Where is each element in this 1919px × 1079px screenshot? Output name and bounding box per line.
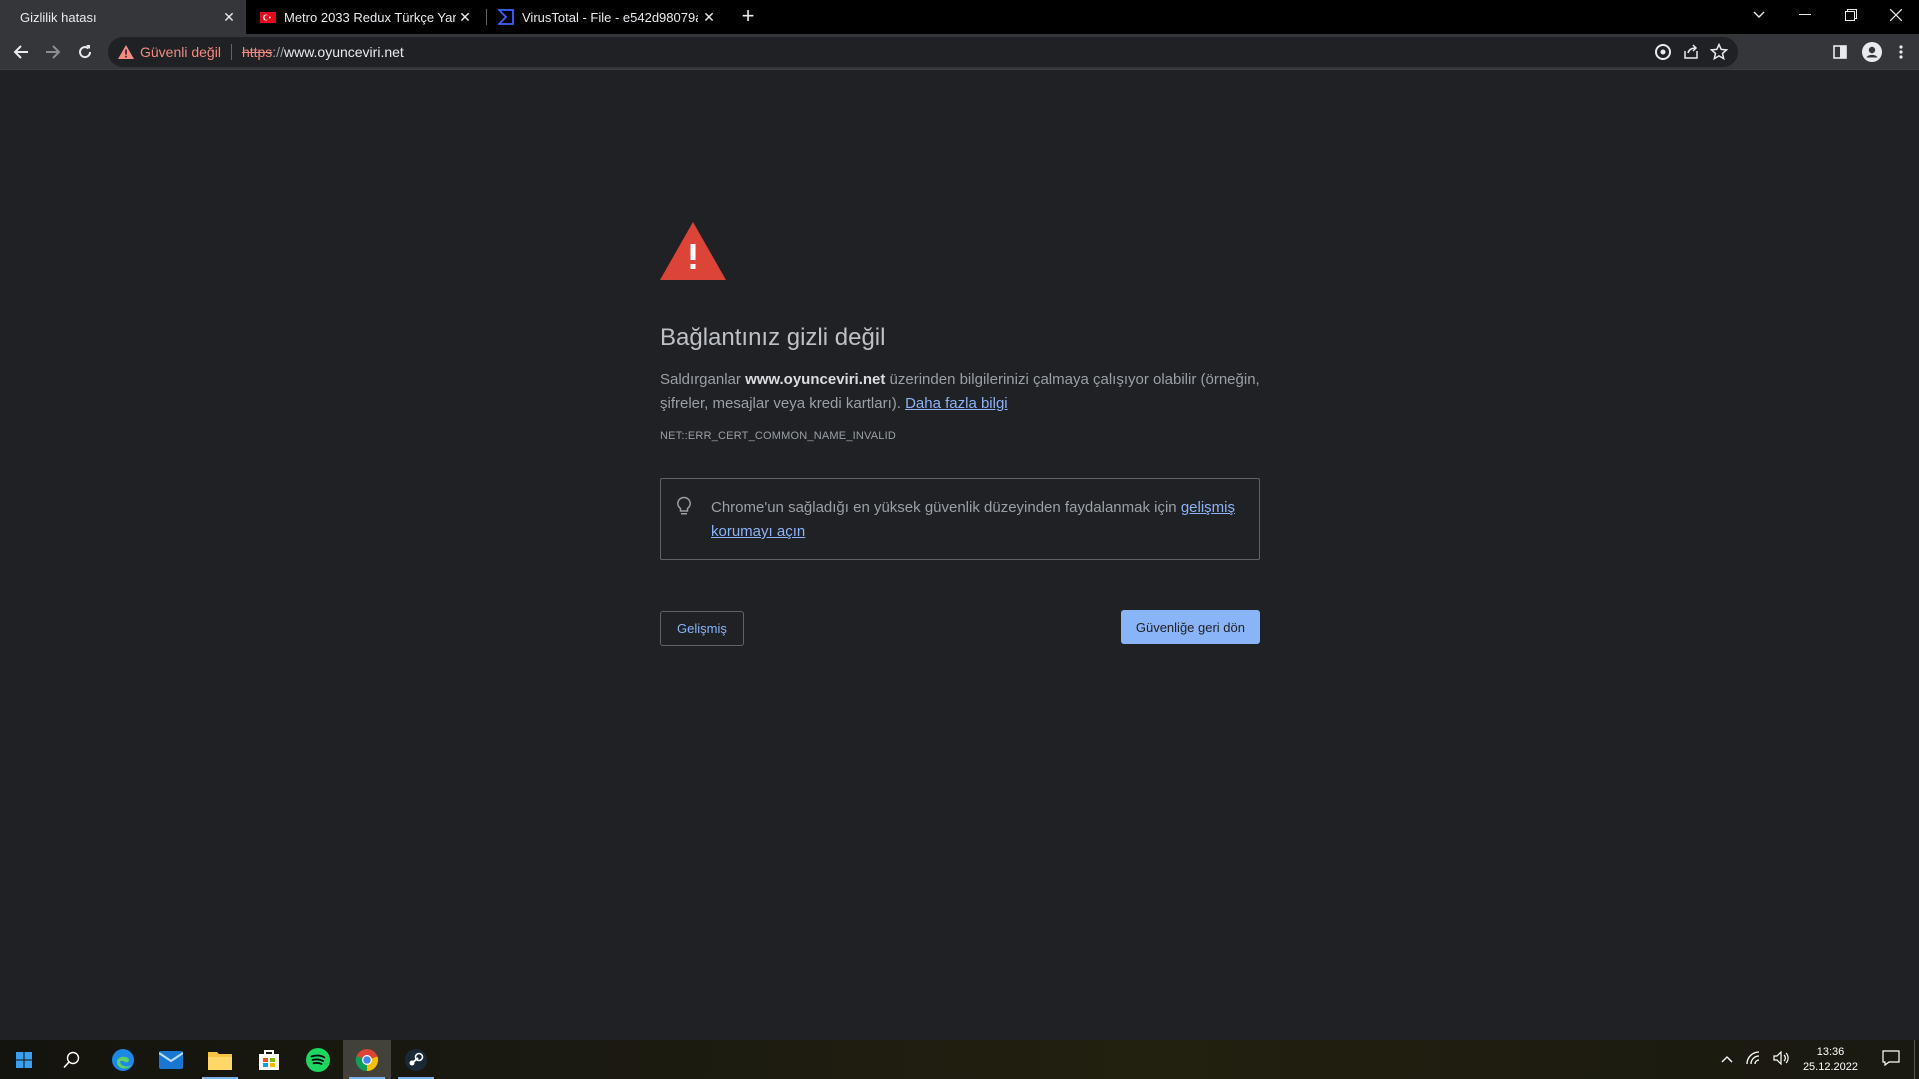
clock-date: 25.12.2022 — [1802, 1060, 1858, 1073]
restore-icon — [1845, 9, 1857, 21]
warning-icon — [660, 222, 726, 280]
toolbar-right — [1827, 39, 1911, 65]
clock[interactable]: 13:36 25.12.2022 — [1803, 1045, 1858, 1075]
close-window-button[interactable] — [1873, 0, 1919, 30]
taskbar-file-explorer[interactable] — [196, 1040, 244, 1079]
page-content: Bağlantınız gizli değil Saldırganlar www… — [0, 71, 1919, 1040]
minimize-button[interactable] — [1782, 0, 1828, 30]
tab-metro-2033[interactable]: Metro 2033 Redux Türkçe Yama | ✕ — [252, 0, 482, 34]
enhanced-protection-box: Chrome'un sağladığı en yüksek güvenlik d… — [660, 478, 1260, 560]
edge-icon — [112, 1048, 134, 1071]
tab-title: VirusTotal - File - e542d98079a8 — [522, 9, 698, 25]
show-hidden-icons-button[interactable] — [1715, 1054, 1739, 1066]
url-scheme-suffix: :// — [272, 44, 284, 60]
network-button[interactable] — [1739, 1051, 1767, 1068]
close-icon[interactable]: ✕ — [220, 8, 238, 26]
tab-title: Gizlilik hatası — [20, 9, 97, 25]
bookmark-star-icon[interactable] — [1710, 43, 1728, 61]
restore-button[interactable] — [1828, 0, 1874, 30]
error-code: NET::ERR_CERT_COMMON_NAME_INVALID — [660, 430, 897, 442]
omnibox-actions — [1654, 37, 1738, 67]
message-prefix: Saldırganlar — [660, 371, 746, 388]
taskbar-search-button[interactable] — [48, 1040, 96, 1079]
google-lens-icon[interactable] — [1654, 43, 1672, 61]
close-icon[interactable]: ✕ — [700, 8, 718, 26]
close-icon[interactable]: ✕ — [456, 8, 474, 26]
chrome-icon — [355, 1048, 379, 1071]
tab-virustotal[interactable]: VirusTotal - File - e542d98079a8 ✕ — [490, 0, 726, 34]
menu-button[interactable] — [1891, 39, 1911, 65]
mail-icon — [159, 1050, 183, 1069]
close-icon — [1890, 9, 1902, 21]
system-tray: 13:36 25.12.2022 — [1715, 1040, 1919, 1079]
side-panel-icon — [1833, 45, 1847, 59]
spotify-icon — [306, 1047, 330, 1072]
taskbar-store[interactable] — [245, 1040, 293, 1079]
forward-button[interactable] — [40, 39, 66, 65]
wifi-icon — [1746, 1051, 1760, 1065]
minimize-icon — [1799, 14, 1811, 15]
new-tab-button[interactable]: + — [737, 5, 759, 28]
arrow-right-icon — [46, 45, 61, 59]
tab-strip: Gizlilik hatası ✕ Metro 2033 Redux Türkç… — [0, 0, 1919, 34]
url-scheme: https — [241, 44, 273, 60]
profile-button[interactable] — [1859, 39, 1885, 65]
omnibox-separator — [230, 44, 232, 60]
steam-icon — [405, 1048, 427, 1071]
main-message: Saldırganlar www.oyunceviri.net üzerinde… — [660, 368, 1260, 416]
taskbar-spotify[interactable] — [294, 1040, 342, 1079]
more-vert-icon — [1899, 45, 1903, 59]
tip-text: Chrome'un sağladığı en yüksek güvenlik d… — [711, 499, 1181, 516]
chevron-up-icon — [1721, 1055, 1733, 1062]
virustotal-icon — [498, 9, 514, 25]
tab-separator — [486, 9, 487, 25]
volume-button[interactable] — [1767, 1050, 1797, 1068]
chevron-down-icon — [1753, 11, 1765, 18]
taskbar-mail[interactable] — [147, 1040, 195, 1079]
action-center-button[interactable] — [1868, 1050, 1914, 1069]
reload-button[interactable] — [72, 39, 98, 65]
avatar-icon — [1862, 42, 1882, 62]
windows-taskbar: 13:36 25.12.2022 — [0, 1040, 1919, 1079]
lightbulb-icon — [677, 496, 691, 515]
security-chip[interactable]: Güvenli değil — [118, 44, 221, 60]
warning-icon — [118, 45, 134, 59]
back-to-safety-button[interactable]: Güvenliğe geri dön — [1120, 610, 1260, 644]
button-row: Gelişmiş Güvenliğe geri dön — [660, 610, 1260, 646]
url-host: www.oyunceviri.net — [283, 44, 404, 60]
search-icon — [63, 1051, 80, 1068]
taskbar-chrome[interactable] — [343, 1040, 391, 1079]
browser-toolbar: Güvenli değil https://www.oyunceviri.net — [0, 34, 1919, 70]
arrow-left-icon — [13, 45, 28, 59]
message-domain: www.oyunceviri.net — [745, 371, 886, 388]
start-button[interactable] — [0, 1040, 48, 1079]
taskbar-edge[interactable] — [99, 1040, 147, 1079]
speaker-icon — [1773, 1050, 1789, 1066]
start-icon — [16, 1051, 32, 1068]
store-icon — [259, 1049, 279, 1070]
interstitial: Bağlantınız gizli değil Saldırganlar www… — [660, 221, 1260, 646]
turkey-flag-icon — [260, 11, 276, 23]
tab-title: Metro 2033 Redux Türkçe Yama | — [284, 9, 456, 25]
address-bar[interactable]: Güvenli değil https://www.oyunceviri.net — [108, 37, 1738, 67]
taskbar-steam[interactable] — [392, 1040, 440, 1079]
share-icon[interactable] — [1682, 43, 1700, 61]
back-button[interactable] — [8, 39, 34, 65]
file-explorer-icon — [208, 1051, 232, 1070]
reload-icon — [79, 45, 92, 59]
notification-icon — [1882, 1050, 1900, 1067]
tab-privacy-error[interactable]: Gizlilik hatası ✕ — [0, 0, 246, 34]
learn-more-link[interactable]: Daha fazla bilgi — [905, 395, 1008, 412]
page-title: Bağlantınız gizli değil — [660, 324, 886, 351]
security-label: Güvenli değil — [140, 44, 221, 60]
advanced-button[interactable]: Gelişmiş — [660, 611, 744, 646]
clock-time: 13:36 — [1816, 1045, 1845, 1058]
tab-search-button[interactable] — [1736, 0, 1782, 30]
url: https://www.oyunceviri.net — [242, 44, 404, 60]
side-panel-button[interactable] — [1827, 39, 1853, 65]
show-desktop-button[interactable] — [1914, 1040, 1919, 1079]
